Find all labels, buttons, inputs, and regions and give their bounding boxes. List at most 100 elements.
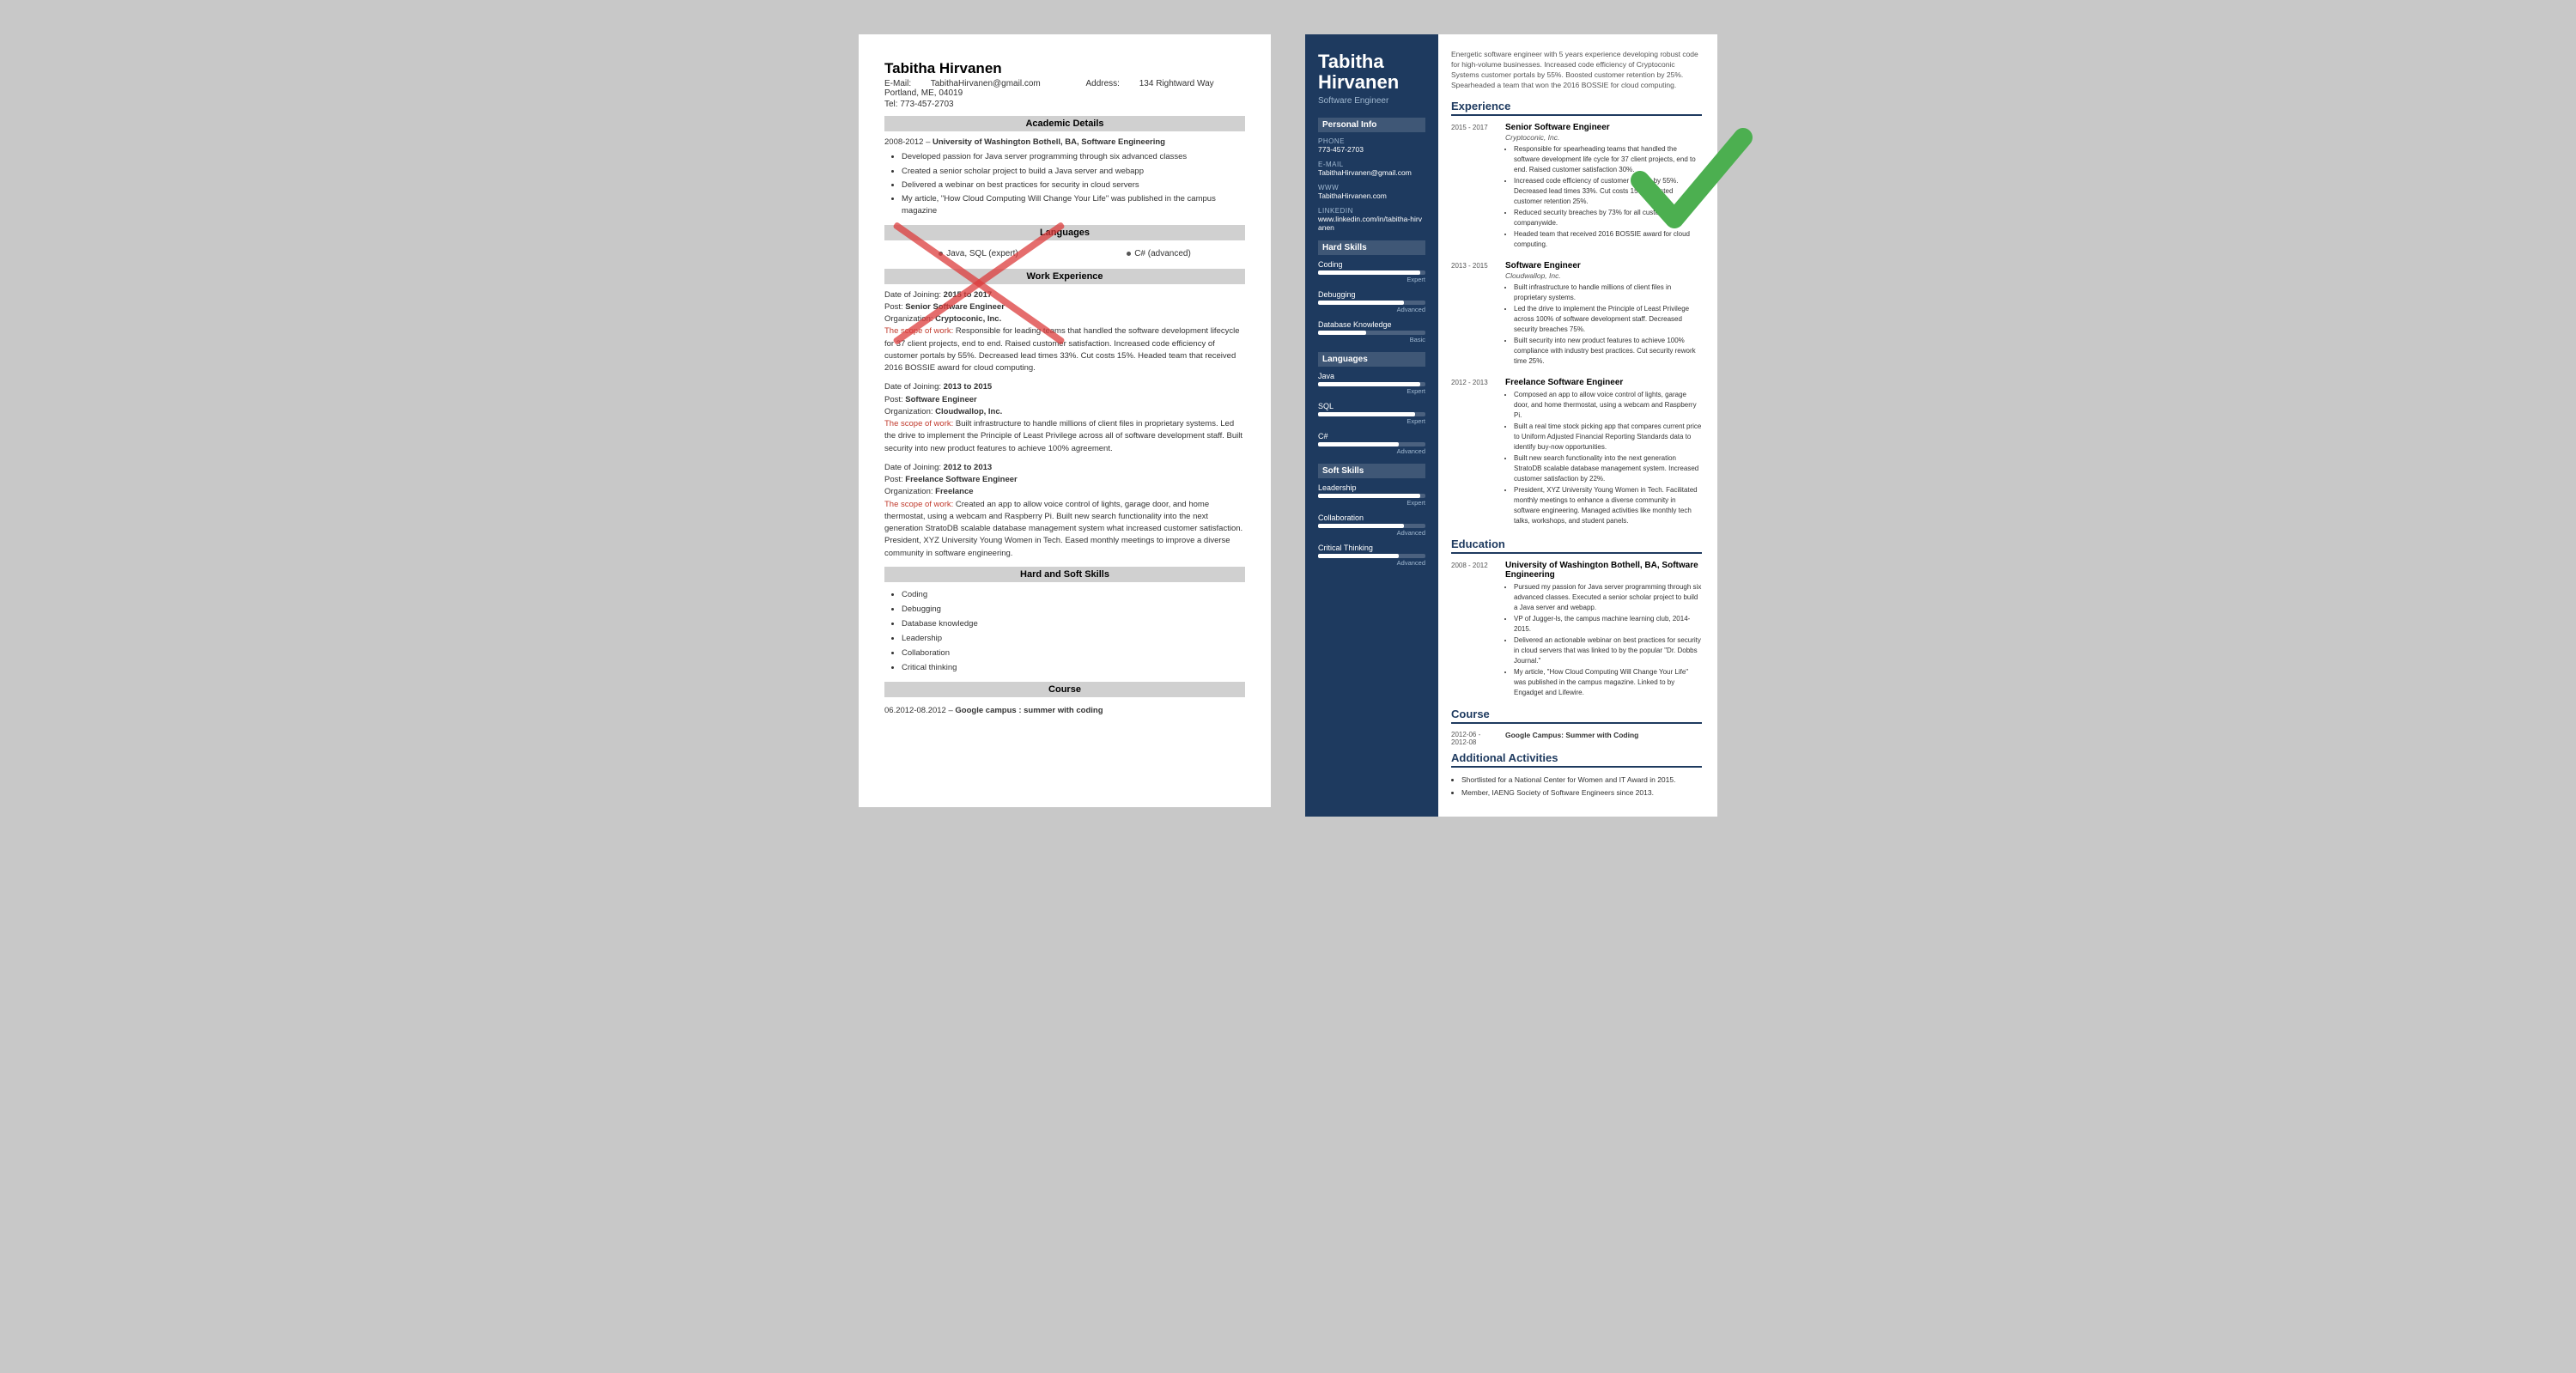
skill-item-coding: Coding Expert <box>1318 260 1425 283</box>
personal-info-section: Personal Info <box>1318 118 1425 132</box>
education-title: Education <box>1451 538 1702 554</box>
left-name: Tabitha Hirvanen <box>884 60 1245 77</box>
exp-details: Senior Software Engineer Cryptoconic, In… <box>1505 123 1702 251</box>
work-experience: Date of Joining: 2015 to 2017 Post: Seni… <box>884 289 1245 560</box>
course-content: 06.2012-08.2012 – Google campus : summer… <box>884 702 1245 719</box>
list-item: Composed an app to allow voice control o… <box>1514 390 1702 421</box>
exp-item: 2013 - 2015 Software Engineer Cloudwallo… <box>1451 261 1702 368</box>
skill-item-csharp: C# Advanced <box>1318 432 1425 455</box>
skill-item-debugging: Debugging Advanced <box>1318 290 1425 313</box>
exp-details: Software Engineer Cloudwallop, Inc. Buil… <box>1505 261 1702 368</box>
academic-content: 2008-2012 – University of Washington Bot… <box>884 137 1245 218</box>
job-entry: Date of Joining: 2015 to 2017 Post: Seni… <box>884 289 1245 375</box>
skill-item-sql: SQL Expert <box>1318 402 1425 425</box>
list-item: Database knowledge <box>902 617 1245 631</box>
left-languages: Java, SQL (expert) C# (advanced) <box>884 246 1245 262</box>
skill-bar-bg <box>1318 301 1425 305</box>
list-item: Built security into new product features… <box>1514 336 1702 367</box>
left-resume: Tabitha Hirvanen E-Mail: TabithaHirvanen… <box>859 34 1271 807</box>
skill-bar-fill <box>1318 524 1404 528</box>
edu-details: University of Washington Bothell, BA, So… <box>1505 561 1702 699</box>
skill-bar-fill <box>1318 301 1404 305</box>
left-tel: Tel: 773-457-2703 <box>884 100 1245 109</box>
list-item: Pursued my passion for Java server progr… <box>1514 582 1702 613</box>
list-item: Built new search functionality into the … <box>1514 453 1702 484</box>
right-main-content: Energetic software engineer with 5 years… <box>1438 34 1717 817</box>
list-item: My article, "How Cloud Computing Will Ch… <box>902 193 1245 218</box>
list-item: VP of Jugger-ls, the campus machine lear… <box>1514 614 1702 635</box>
list-item: Created a senior scholar project to buil… <box>902 166 1245 178</box>
list-item: Coding <box>902 587 1245 602</box>
skill-bar-bg <box>1318 412 1425 416</box>
course-details: Google Campus: Summer with Coding <box>1505 731 1638 746</box>
languages-header: Languages <box>884 225 1245 240</box>
languages-section: Languages <box>1318 352 1425 367</box>
course-item: 2012-06 - 2012-08 Google Campus: Summer … <box>1451 731 1702 746</box>
skill-bar-bg <box>1318 270 1425 275</box>
skills-header: Hard and Soft Skills <box>884 567 1245 582</box>
skill-bar-fill <box>1318 412 1415 416</box>
activities-title: Additional Activities <box>1451 751 1702 768</box>
soft-skills-section: Soft Skills <box>1318 464 1425 478</box>
skill-bar-bg <box>1318 494 1425 498</box>
edu-item: 2008 - 2012 University of Washington Bot… <box>1451 561 1702 699</box>
right-title: Software Engineer <box>1318 96 1425 106</box>
list-item: Collaboration <box>902 646 1245 660</box>
hard-skills-section: Hard Skills <box>1318 240 1425 255</box>
list-item: Debugging <box>902 602 1245 617</box>
list-item: Shortlisted for a National Center for Wo… <box>1461 775 1702 787</box>
list-item: Developed passion for Java server progra… <box>902 151 1245 163</box>
skill-item-leadership: Leadership Expert <box>1318 483 1425 507</box>
phone-info: Phone 773-457-2703 <box>1318 137 1425 154</box>
right-resume: Tabitha Hirvanen Software Engineer Perso… <box>1305 34 1717 817</box>
academic-bullets: Developed passion for Java server progra… <box>902 151 1245 217</box>
exp-item: 2012 - 2013 Freelance Software Engineer … <box>1451 378 1702 527</box>
edu-bullets: Pursued my passion for Java server progr… <box>1505 582 1702 698</box>
skill-bar-fill <box>1318 382 1420 386</box>
linkedin-info: LinkedIn www.linkedin.com/in/tabitha-hir… <box>1318 207 1425 232</box>
skill-bar-bg <box>1318 331 1425 335</box>
email-label: E-Mail: <box>884 79 911 88</box>
skill-bar-bg <box>1318 524 1425 528</box>
list-item: Built infrastructure to handle millions … <box>1514 282 1702 303</box>
skills-list: Coding Debugging Database knowledge Lead… <box>884 587 1245 676</box>
skill-bar-bg <box>1318 442 1425 447</box>
list-item: Member, IAENG Society of Software Engine… <box>1461 787 1702 799</box>
skill-item-java: Java Expert <box>1318 372 1425 395</box>
right-name: Tabitha Hirvanen <box>1318 52 1425 93</box>
exp-item: 2015 - 2017 Senior Software Engineer Cry… <box>1451 123 1702 251</box>
exp-bullets: Built infrastructure to handle millions … <box>1505 282 1702 367</box>
left-contact-email: E-Mail: TabithaHirvanen@gmail.com Addres… <box>884 79 1245 98</box>
list-item: President, XYZ University Young Women in… <box>1514 485 1702 526</box>
list-item: Headed team that received 2016 BOSSIE aw… <box>1514 229 1702 250</box>
skill-bar-fill <box>1318 270 1420 275</box>
bullet-icon <box>1127 252 1131 256</box>
skill-bar-fill <box>1318 331 1366 335</box>
job-entry: Date of Joining: 2013 to 2015 Post: Soft… <box>884 381 1245 455</box>
list-item: Increased code efficiency of customer po… <box>1514 176 1702 207</box>
exp-bullets: Responsible for spearheading teams that … <box>1505 144 1702 250</box>
list-item: Leadership <box>902 631 1245 646</box>
address-label: Address: <box>1086 79 1120 88</box>
job-entry: Date of Joining: 2012 to 2013 Post: Free… <box>884 462 1245 560</box>
experience-title: Experience <box>1451 100 1702 116</box>
academic-header: Academic Details <box>884 116 1245 131</box>
skill-bar-bg <box>1318 554 1425 558</box>
skill-item-critical-thinking: Critical Thinking Advanced <box>1318 544 1425 567</box>
course-header: Course <box>884 682 1245 697</box>
skill-bar-bg <box>1318 382 1425 386</box>
bullet-icon <box>939 252 943 256</box>
list-item: Responsible for spearheading teams that … <box>1514 144 1702 175</box>
list-item: Led the drive to implement the Principle… <box>1514 304 1702 335</box>
exp-bullets: Composed an app to allow voice control o… <box>1505 390 1702 526</box>
skill-bar-fill <box>1318 554 1399 558</box>
www-info: WWW TabithaHirvanen.com <box>1318 184 1425 200</box>
work-header: Work Experience <box>884 269 1245 284</box>
list-item: Delivered an actionable webinar on best … <box>1514 635 1702 666</box>
email-value: TabithaHirvanen@gmail.com <box>931 79 1041 88</box>
list-item: Critical thinking <box>902 660 1245 675</box>
activities-bullets: Shortlisted for a National Center for Wo… <box>1451 775 1702 799</box>
skill-bar-fill <box>1318 442 1399 447</box>
list-item: Java, SQL (expert) <box>939 249 1018 258</box>
list-item: C# (advanced) <box>1127 249 1191 258</box>
